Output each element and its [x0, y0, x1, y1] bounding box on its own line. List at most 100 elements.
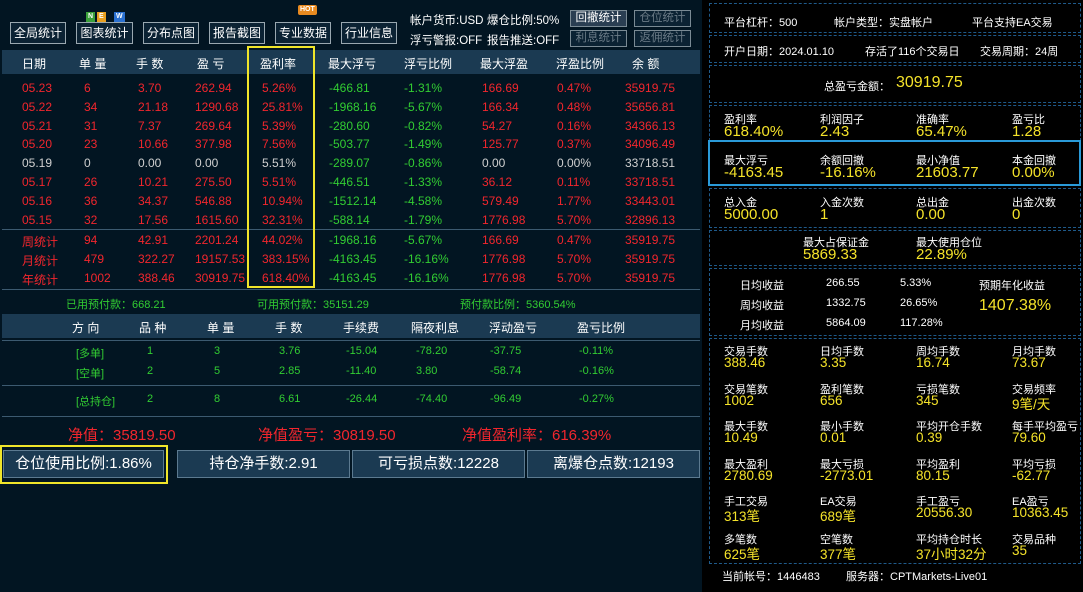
cell: -58.74	[490, 365, 522, 377]
net-summary: 净值：35819.50 净值盈亏：30819.50 净值盈利率：616.39%	[0, 424, 700, 444]
cell: 44.02%	[262, 233, 303, 247]
cell: 36	[84, 193, 98, 208]
pro-data-button[interactable]: 专业数据	[275, 22, 331, 44]
survival-days: 存活了116个交易日	[865, 46, 960, 58]
cell: 5	[214, 365, 221, 377]
stat-value: 9笔/天	[1012, 396, 1051, 412]
burst-ratio: 爆仓比例:50%	[487, 15, 560, 27]
table-row: 周统计 94 42.91 2201.24 44.02% -1968.16 -5.67% 166…	[2, 232, 700, 250]
new-badge: N	[86, 12, 96, 22]
cell: -0.82%	[404, 118, 443, 133]
table-row: 05.15 32 17.56 1615.60 32.31% -588.14 -1.79% 17…	[2, 212, 700, 230]
position-stats-button[interactable]: 仓位统计	[634, 10, 691, 27]
col-pl-ratio: 盈亏比例	[577, 321, 626, 335]
cell: [多单]	[76, 348, 105, 360]
cell: 7.37	[138, 118, 162, 133]
used-margin: 已用预付款：668.21	[66, 299, 166, 311]
cell: -0.86%	[404, 156, 443, 171]
cell: 5.39%	[262, 118, 297, 133]
industry-info-button[interactable]: 行业信息	[341, 22, 397, 44]
cell: [总持仓]	[76, 396, 116, 408]
stat-value: 618.40%	[724, 123, 784, 140]
col-swap: 隔夜利息	[411, 321, 460, 335]
col-max-float-profit: 最大浮盈	[480, 57, 529, 71]
report-push: 报告推送:OFF	[487, 35, 560, 47]
cell: -289.07	[329, 156, 370, 171]
cell: 30919.75	[195, 270, 246, 285]
cell: 166.69	[482, 81, 519, 95]
cell: 377.98	[195, 137, 232, 152]
report-panel: 全局统计 图表统计 N E W 分布点图 报告截图 专业数据 HOT 行业信息 …	[0, 0, 702, 592]
liquidation-points: 离爆仓点数:12193	[527, 450, 700, 478]
drawdown-stats-button[interactable]: 回撤统计	[570, 10, 627, 27]
cell: 35919.75	[625, 251, 676, 266]
cell: 2.85	[279, 365, 301, 377]
position-table-header: 方 向 品 种 单 量 手 数 手续费 隔夜利息 浮动盈亏 盈亏比例	[2, 314, 700, 338]
interest-stats-button[interactable]: 利息统计	[570, 30, 627, 47]
cell: 7.56%	[262, 137, 297, 152]
stat-value: 16.74	[916, 355, 950, 370]
date-box: 开户日期：2024.01.10 存活了116个交易日 交易周期：24周	[709, 35, 1081, 63]
cell: 3	[214, 345, 221, 357]
table-row: 05.16 36 34.37 546.88 10.94% -1512.14 -4.58% 57…	[2, 193, 700, 211]
cell: 383.15%	[262, 251, 310, 266]
account-currency: 帐户货币:USD	[410, 15, 484, 27]
cell: 1776.98	[482, 212, 526, 227]
stat-value: 2780.69	[724, 467, 773, 483]
col-balance: 余 额	[632, 57, 660, 71]
table-row: 05.17 26 10.21 275.50 5.51% -446.51 -1.33% 36.1…	[2, 174, 700, 192]
cell: 2	[147, 365, 154, 377]
stat-value: 0	[1012, 206, 1021, 223]
table-row: 年统计 1002 388.46 30919.75 618.40% -4163.45 -16.…	[2, 270, 700, 288]
cell: 54.27	[482, 118, 513, 133]
report-screenshot-button[interactable]: 报告截图	[209, 22, 265, 44]
stat-value: -2773.01	[820, 467, 874, 483]
income-value: 1332.75	[826, 297, 866, 309]
table-row: 05.20 23 10.66 377.98 7.56% -503.77 -1.49% 125.…	[2, 136, 700, 154]
net-equity: 净值：35819.50	[68, 427, 176, 444]
cell: -1.33%	[404, 175, 443, 189]
cell: -1968.16	[329, 99, 377, 114]
cell: 35919.75	[625, 81, 676, 95]
stat-value: 656	[820, 392, 843, 408]
stat-value: 20556.30	[916, 505, 973, 520]
col-date: 日期	[22, 57, 47, 71]
income-percent: 117.28%	[900, 317, 943, 329]
margin-box	[709, 230, 1081, 266]
income-label: 月均收益	[740, 320, 784, 332]
cell: 36.12	[482, 175, 513, 189]
overall-stats-button[interactable]: 全局统计	[10, 22, 66, 44]
cell: 34096.49	[625, 137, 676, 152]
income-value: 266.55	[826, 277, 860, 289]
cell: 34	[84, 99, 98, 114]
cell: -4163.45	[329, 251, 377, 266]
income-value: 5864.09	[826, 317, 866, 329]
scatter-plot-button[interactable]: 分布点图	[143, 22, 199, 44]
cell: 35656.81	[625, 99, 676, 114]
cell: -78.20	[416, 345, 448, 357]
cell: 5.70%	[557, 270, 592, 285]
cell: -37.75	[490, 345, 522, 357]
cell: 34366.13	[625, 118, 676, 133]
col-lots: 手 数	[136, 57, 164, 71]
cell: 05.23	[22, 81, 53, 95]
cell: 05.19	[22, 156, 53, 171]
stat-value: 0.39	[916, 430, 943, 445]
chart-stats-button[interactable]: 图表统计	[76, 22, 133, 44]
rebate-stats-button[interactable]: 返佣统计	[634, 30, 691, 47]
cell: 322.27	[138, 251, 175, 266]
col-float-loss-ratio: 浮亏比例	[404, 57, 453, 71]
cell: 1776.98	[482, 251, 526, 266]
cell: 1.77%	[557, 193, 592, 208]
daily-table-header: 日期 单 量 手 数 盈 亏 盈利率 最大浮亏 浮亏比例 最大浮盈 浮盈比例 余…	[2, 50, 700, 74]
cell: 5.51%	[262, 175, 297, 189]
cell: -0.16%	[579, 365, 614, 377]
cell: 05.21	[22, 118, 53, 133]
cell: 35919.75	[625, 270, 676, 285]
cell: -588.14	[329, 212, 370, 227]
margin-summary: 已用预付款：668.21 可用预付款：35151.29 预付款比例：5360.5…	[0, 296, 700, 311]
cell: 0.00	[482, 156, 506, 171]
cell: 3.76	[279, 345, 301, 357]
col-pl: 盈 亏	[197, 57, 225, 71]
cell: 33718.51	[625, 156, 676, 171]
